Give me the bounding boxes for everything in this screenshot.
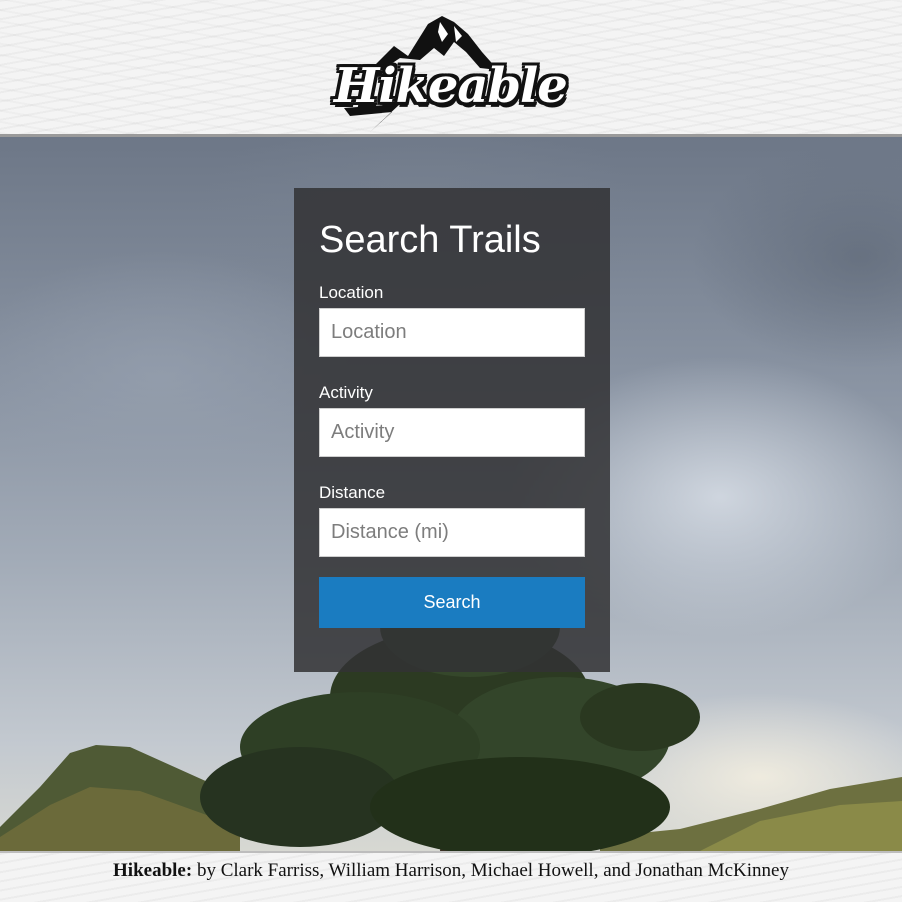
search-trails-panel: Search Trails Location Activity Distance… <box>294 188 610 672</box>
location-label: Location <box>319 283 384 302</box>
search-button[interactable]: Search <box>319 577 585 628</box>
footer-credits: by Clark Farriss, William Harrison, Mich… <box>192 860 789 881</box>
site-header: Hikeable <box>0 0 902 137</box>
distance-input[interactable] <box>319 508 585 557</box>
activity-label: Activity <box>319 383 373 402</box>
hikeable-logo[interactable]: Hikeable <box>330 12 574 136</box>
activity-input[interactable] <box>319 408 585 457</box>
location-input[interactable] <box>319 308 585 357</box>
site-footer: Hikeable: by Clark Farriss, William Harr… <box>0 851 902 902</box>
footer-brand: Hikeable: <box>113 860 193 881</box>
logo-text: Hikeable <box>334 58 568 114</box>
distance-label: Distance <box>319 483 386 502</box>
panel-title: Search Trails <box>319 219 541 261</box>
